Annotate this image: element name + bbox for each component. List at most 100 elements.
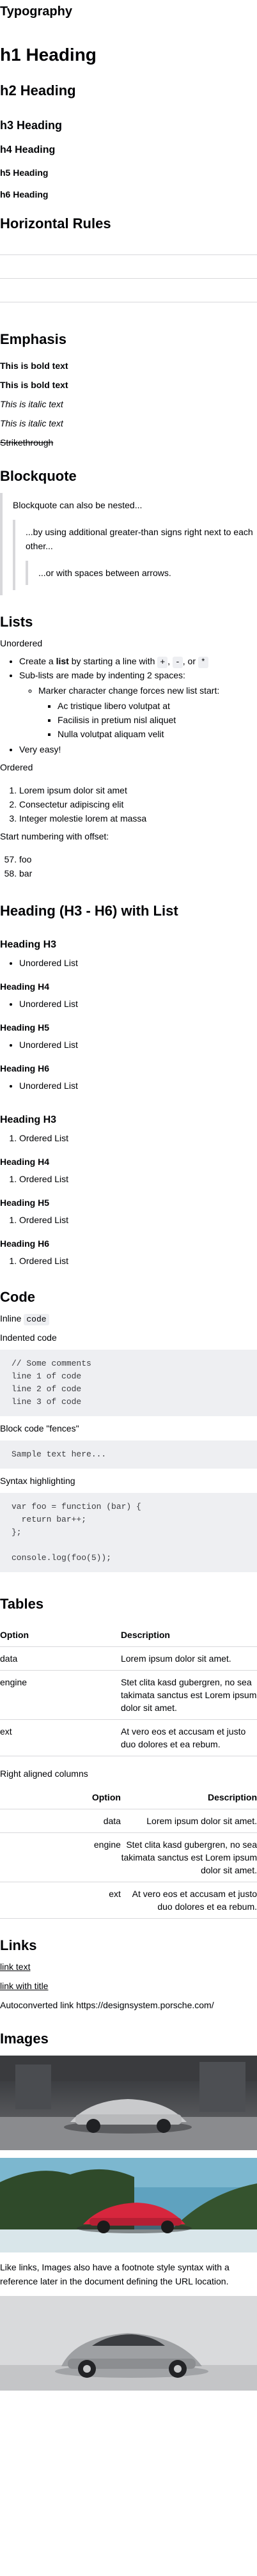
list-item: Unordered List — [19, 956, 257, 970]
list-item-text: by starting a line with — [68, 656, 158, 666]
code-block-fenced: Sample text here... — [0, 1440, 257, 1469]
code-block-indented: // Some comments line 1 of code line 2 o… — [0, 1350, 257, 1416]
blockquote-text: ...by using additional greater-than sign… — [26, 527, 253, 551]
list-item-text: , — [167, 656, 173, 666]
inline-label: Inline — [0, 1313, 22, 1323]
table-cell: At vero eos et accusam et justo duo dolo… — [120, 1719, 257, 1756]
table-cell: Lorem ipsum dolor sit amet. — [120, 1646, 257, 1671]
unordered-list: Create a list by starting a line with +,… — [0, 654, 257, 756]
heading-h4: Heading H4 — [0, 981, 50, 992]
car-image-3 — [0, 2296, 257, 2391]
ordered-list-offset: foo bar — [0, 852, 257, 880]
right-aligned-label: Right aligned columns — [0, 1768, 88, 1779]
blockquote-nested: ...or with spaces between arrows. — [26, 561, 257, 585]
blockquote-text: Blockquote can also be nested... — [13, 500, 143, 510]
table-row: engine Stet clita kasd gubergren, no sea… — [0, 1670, 257, 1720]
table-cell: engine — [0, 1670, 121, 1720]
h3-heading: h3 Heading — [0, 119, 63, 132]
list-item: Ac tristique libero volutpat at — [58, 699, 257, 713]
syntax-highlighting-label: Syntax highlighting — [0, 1476, 75, 1486]
section-title-headings-with-list: Heading (H3 - H6) with List — [0, 903, 178, 919]
section-title-emphasis: Emphasis — [0, 331, 66, 347]
table-header-option: Option — [0, 1786, 121, 1809]
fences-label: Block code "fences" — [0, 1423, 79, 1433]
list-item: Ordered List — [19, 1254, 257, 1268]
link-text[interactable]: link text — [0, 1962, 30, 1972]
table-cell: Stet clita kasd gubergren, no sea takima… — [120, 1670, 257, 1720]
list-item: Integer molestie lorem at massa — [19, 811, 257, 825]
list-item-text: , or — [182, 656, 198, 666]
italic-text: This is italic text — [0, 399, 63, 409]
list-item: Ordered List — [19, 1213, 257, 1227]
list-item-text: Marker character change forces new list … — [38, 685, 220, 696]
h1-heading: h1 Heading — [0, 45, 97, 65]
blockquote-nested: ...by using additional greater-than sign… — [13, 520, 257, 590]
list-item: bar — [19, 866, 257, 880]
table-cell: data — [0, 1646, 121, 1671]
indented-code-label: Indented code — [0, 1332, 57, 1343]
list-item: Unordered List — [19, 1038, 257, 1052]
list-item: Consectetur adipiscing elit — [19, 797, 257, 811]
ordered-list: Ordered List — [0, 1131, 257, 1145]
table-header-row: Option Description — [0, 1786, 257, 1809]
heading-h5: Heading H5 — [0, 1022, 50, 1033]
inline-code: * — [198, 657, 208, 668]
bold-text: This is bold text — [0, 361, 68, 371]
ordered-list: Ordered List — [0, 1172, 257, 1186]
heading-h3: Heading H3 — [0, 1114, 57, 1125]
table-header-option: Option — [0, 1623, 121, 1647]
section-title-code: Code — [0, 1289, 35, 1305]
ordered-list: Ordered List — [0, 1254, 257, 1268]
unordered-list: Unordered List — [0, 997, 257, 1011]
inline-code: - — [172, 657, 183, 668]
table-row: engine Stet clita kasd gubergren, no sea… — [0, 1832, 257, 1882]
table-left-aligned: Option Description data Lorem ipsum dolo… — [0, 1623, 257, 1756]
list-item: Unordered List — [19, 997, 257, 1011]
offset-label: Start numbering with offset: — [0, 831, 109, 841]
table-row: data Lorem ipsum dolor sit amet. — [0, 1646, 257, 1671]
list-item: Facilisis in pretium nisl aliquet — [58, 713, 257, 727]
table-cell: ext — [0, 1882, 121, 1919]
heading-h5: Heading H5 — [0, 1198, 50, 1208]
list-item: Create a list by starting a line with +,… — [19, 654, 257, 668]
car-image-1 — [0, 2056, 257, 2150]
heading-h6: Heading H6 — [0, 1063, 50, 1073]
ordered-list: Ordered List — [0, 1213, 257, 1227]
unordered-label: Unordered — [0, 638, 43, 648]
nested-list: Ac tristique libero volutpat at Facilisi… — [38, 699, 257, 741]
list-item: Lorem ipsum dolor sit amet — [19, 783, 257, 797]
table-cell: Lorem ipsum dolor sit amet. — [120, 1809, 257, 1833]
list-item: Very easy! — [19, 742, 257, 756]
table-header-description: Description — [120, 1786, 257, 1809]
bold-text: This is bold text — [0, 380, 68, 390]
list-item-text: Sub-lists are made by indenting 2 spaces… — [19, 670, 185, 680]
italic-text: This is italic text — [0, 418, 63, 428]
table-row: data Lorem ipsum dolor sit amet. — [0, 1809, 257, 1833]
table-cell: Stet clita kasd gubergren, no sea takima… — [120, 1832, 257, 1882]
h5-heading: h5 Heading — [0, 168, 49, 178]
link-with-title[interactable]: link with title — [0, 1981, 48, 1991]
code-block-highlighted: var foo = function (bar) { return bar++;… — [0, 1493, 257, 1572]
list-item: foo — [19, 852, 257, 866]
list-item-bold: list — [56, 656, 69, 666]
ordered-label: Ordered — [0, 762, 33, 772]
table-header-row: Option Description — [0, 1623, 257, 1647]
strikethrough-text: Strikethrough — [0, 437, 54, 448]
section-title-blockquote: Blockquote — [0, 468, 77, 484]
unordered-list: Unordered List — [0, 1038, 257, 1052]
list-item-text: Create a — [19, 656, 56, 666]
h4-heading: h4 Heading — [0, 144, 56, 155]
ordered-list: Lorem ipsum dolor sit amet Consectetur a… — [0, 783, 257, 825]
section-title-lists: Lists — [0, 614, 33, 630]
blockquote: Blockquote can also be nested... ...by u… — [0, 493, 257, 595]
list-item: Ordered List — [19, 1131, 257, 1145]
section-title-horizontal-rules: Horizontal Rules — [0, 215, 111, 231]
inline-code: + — [157, 657, 168, 668]
unordered-list: Unordered List — [0, 956, 257, 970]
images-caption: Like links, Images also have a footnote … — [0, 2262, 230, 2286]
autoconverted-link[interactable]: Autoconverted link https://designsystem.… — [0, 1998, 257, 2012]
section-title-typography: Typography — [0, 4, 72, 19]
heading-h4: Heading H4 — [0, 1157, 50, 1167]
inline-code: code — [24, 1314, 49, 1325]
h2-heading: h2 Heading — [0, 82, 76, 98]
